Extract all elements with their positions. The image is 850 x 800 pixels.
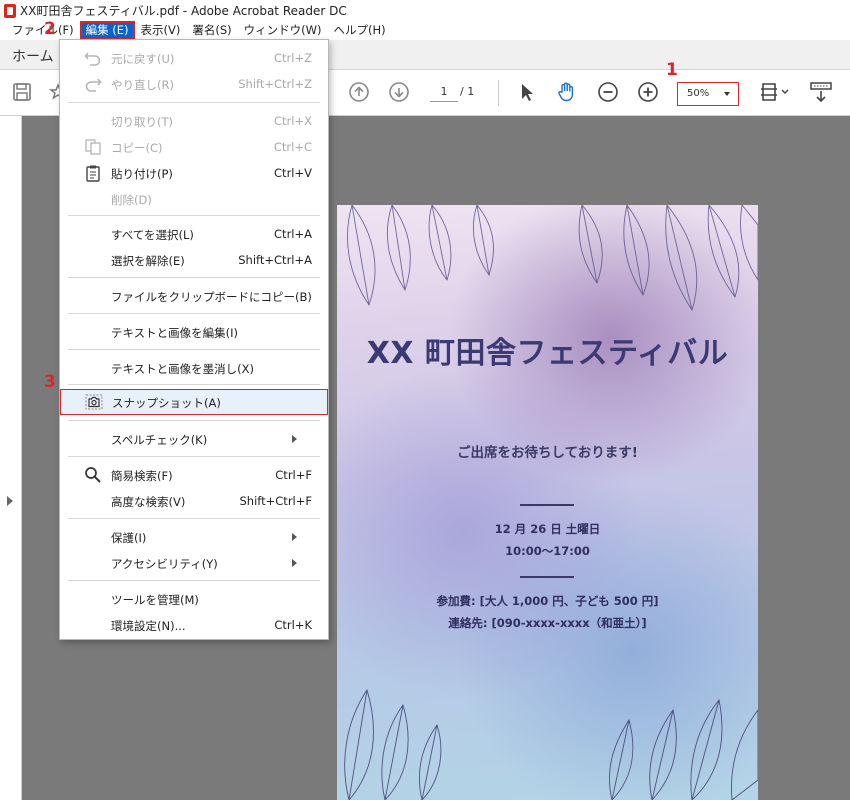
poster-heading: XX 町田舎フェスティバル bbox=[366, 336, 729, 371]
page-number-input[interactable]: 1 bbox=[430, 82, 458, 102]
camera-icon bbox=[85, 393, 103, 411]
poster-time: 10:00〜17:00 bbox=[505, 544, 590, 558]
menu-file[interactable]: ファイル(F) bbox=[6, 21, 80, 40]
menu-item-undo[interactable]: 元に戻す(U) Ctrl+Z bbox=[60, 46, 328, 70]
menu-item-select-all[interactable]: すべてを選択(L) Ctrl+A bbox=[60, 222, 328, 246]
menu-separator bbox=[68, 215, 320, 216]
menu-item-edit-text-images[interactable]: テキストと画像を編集(I) bbox=[60, 320, 328, 344]
redo-icon bbox=[84, 75, 102, 93]
menu-item-advanced-search[interactable]: 高度な検索(V) Shift+Ctrl+F bbox=[60, 489, 328, 513]
menu-separator bbox=[68, 456, 320, 457]
menu-separator bbox=[68, 349, 320, 350]
menu-item-preferences[interactable]: 環境設定(N)... Ctrl+K bbox=[60, 613, 328, 637]
menu-item-deselect[interactable]: 選択を解除(E) Shift+Ctrl+A bbox=[60, 248, 328, 272]
menu-item-snapshot[interactable]: スナップショット(A) bbox=[60, 389, 328, 415]
menu-item-protection[interactable]: 保護(I) bbox=[60, 525, 328, 549]
title-bar: XX町田舎フェスティバル.pdf - Adobe Acrobat Reader … bbox=[0, 0, 850, 21]
submenu-arrow-icon bbox=[292, 533, 297, 541]
hand-tool-icon[interactable] bbox=[555, 80, 579, 104]
scroll-mode-icon[interactable] bbox=[808, 80, 834, 104]
left-panel-rail bbox=[0, 116, 22, 800]
search-icon bbox=[84, 466, 102, 484]
step-number-2: 2 bbox=[44, 19, 56, 39]
menu-bar: ファイル(F) 編集 (E) 表示(V) 署名(S) ウィンドウ(W) ヘルプ(… bbox=[0, 21, 850, 40]
menu-edit[interactable]: 編集 (E) bbox=[79, 21, 135, 40]
select-cursor-icon[interactable] bbox=[514, 80, 538, 104]
window-title: XX町田舎フェスティバル.pdf - Adobe Acrobat Reader … bbox=[20, 4, 347, 18]
zoom-select[interactable]: 50% bbox=[677, 82, 739, 106]
menu-sign[interactable]: 署名(S) bbox=[186, 21, 237, 40]
menu-separator bbox=[68, 102, 320, 103]
pdf-page: XX 町田舎フェスティバル ご出席をお待ちしております! 12 月 26 日 土… bbox=[337, 205, 758, 800]
edit-menu-dropdown: 元に戻す(U) Ctrl+Z やり直し(R) Shift+Ctrl+Z 切り取り… bbox=[59, 39, 329, 640]
chevron-down-icon bbox=[724, 92, 730, 96]
poster-date: 12 月 26 日 土曜日 bbox=[494, 522, 601, 536]
previous-page-icon[interactable] bbox=[347, 80, 371, 104]
poster-divider-bottom bbox=[520, 576, 574, 578]
page-fit-icon[interactable] bbox=[758, 80, 792, 104]
menu-separator bbox=[68, 277, 320, 278]
poster-invitation: ご出席をお待ちしております! bbox=[457, 445, 638, 461]
menu-separator bbox=[68, 384, 320, 385]
menu-item-accessibility[interactable]: アクセシビリティ(Y) bbox=[60, 551, 328, 575]
leaf-decoration-top bbox=[347, 205, 758, 312]
poster-divider-top bbox=[520, 504, 574, 506]
submenu-arrow-icon bbox=[292, 559, 297, 567]
zoom-in-icon[interactable] bbox=[636, 80, 660, 104]
menu-separator bbox=[68, 580, 320, 581]
menu-item-manage-tools[interactable]: ツールを管理(M) bbox=[60, 587, 328, 611]
menu-item-paste[interactable]: 貼り付け(P) Ctrl+V bbox=[60, 161, 328, 185]
tab-home[interactable]: ホーム bbox=[12, 46, 54, 66]
pdf-icon bbox=[4, 3, 16, 18]
menu-item-cut[interactable]: 切り取り(T) Ctrl+X bbox=[60, 109, 328, 133]
zoom-out-icon[interactable] bbox=[596, 80, 620, 104]
paste-icon bbox=[84, 164, 102, 182]
menu-item-redact[interactable]: テキストと画像を墨消し(X) bbox=[60, 356, 328, 380]
menu-item-copy-file-to-clipboard[interactable]: ファイルをクリップボードにコピー(B) bbox=[60, 284, 328, 308]
submenu-arrow-icon bbox=[292, 435, 297, 443]
menu-help[interactable]: ヘルプ(H) bbox=[327, 21, 391, 40]
toolbar-divider bbox=[498, 80, 499, 106]
menu-item-redo[interactable]: やり直し(R) Shift+Ctrl+Z bbox=[60, 72, 328, 96]
menu-view[interactable]: 表示(V) bbox=[135, 21, 187, 40]
menu-window[interactable]: ウィンドウ(W) bbox=[238, 21, 328, 40]
menu-separator bbox=[68, 313, 320, 314]
menu-item-find[interactable]: 簡易検索(F) Ctrl+F bbox=[60, 463, 328, 487]
poster-contact: 連絡先: [090-xxxx-xxxx（和亜土）] bbox=[448, 616, 647, 630]
menu-item-spell-check[interactable]: スペルチェック(K) bbox=[60, 427, 328, 451]
copy-icon bbox=[84, 138, 102, 156]
step-number-3: 3 bbox=[44, 372, 56, 392]
menu-item-copy[interactable]: コピー(C) Ctrl+C bbox=[60, 135, 328, 159]
poster-fee: 参加費: [大人 1,000 円、子ども 500 円] bbox=[436, 594, 659, 608]
leaf-decoration-bottom bbox=[344, 688, 758, 800]
save-icon[interactable] bbox=[10, 80, 34, 104]
expand-panel-icon[interactable] bbox=[7, 496, 13, 506]
next-page-icon[interactable] bbox=[387, 80, 411, 104]
menu-separator bbox=[68, 420, 320, 421]
page-total: / 1 bbox=[460, 85, 475, 98]
zoom-value: 50% bbox=[687, 88, 710, 99]
menu-separator bbox=[68, 518, 320, 519]
menu-item-delete[interactable]: 削除(D) bbox=[60, 187, 328, 211]
step-number-1: 1 bbox=[666, 60, 678, 80]
undo-icon bbox=[84, 49, 102, 67]
